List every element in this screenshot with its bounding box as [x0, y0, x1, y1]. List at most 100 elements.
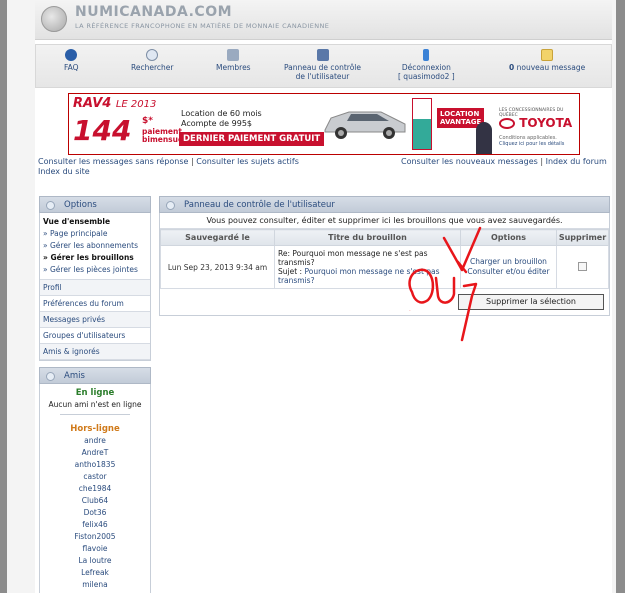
offline-label: Hors-ligne — [70, 424, 120, 434]
nav-search[interactable]: Rechercher — [131, 49, 173, 72]
ad-banner[interactable]: RAV4 LE 2013 144 $* paiement bimensuel L… — [68, 93, 580, 155]
friend-link[interactable]: AndreT — [40, 447, 150, 459]
overview-group: Vue d'ensemble » Page principale » Gérer… — [40, 213, 150, 280]
col-saved-on: Sauvegardé le — [160, 229, 275, 246]
left-sidebar: Options Vue d'ensemble » Page principale… — [39, 196, 151, 593]
friends-header: Amis — [39, 367, 151, 384]
friend-link[interactable]: Fiston2005 — [40, 531, 150, 543]
nav-user-panel[interactable]: Panneau de contrôle de l'utilisateur — [284, 49, 361, 81]
options-bullet-icon — [46, 201, 55, 210]
link-site-index[interactable]: Index du site — [38, 167, 90, 176]
menu-attachments[interactable]: » Gérer les pièces jointes — [43, 264, 147, 276]
ad-price: 144 — [73, 114, 132, 147]
draft-subject-link[interactable]: Pourquoi mon message ne s'est pas transm… — [278, 267, 440, 285]
ad-location-line2: AVANTAGE — [440, 118, 482, 126]
menu-profile[interactable]: Profil — [40, 280, 150, 296]
options-title: Options — [64, 200, 97, 210]
nav-logout[interactable]: Déconnexion [ quasimodo2 ] — [398, 49, 455, 81]
friends-bullet-icon — [46, 372, 55, 381]
draft-title-cell: Re: Pourquoi mon message ne s'est pas tr… — [274, 245, 461, 289]
link-active-topics[interactable]: Consulter les sujets actifs — [196, 157, 299, 166]
link-new-messages[interactable]: Consulter les nouveaux messages — [401, 157, 538, 166]
load-draft-link[interactable]: Charger un brouillon — [470, 257, 547, 266]
draft-subject-label: Sujet : — [278, 267, 303, 276]
link-unanswered[interactable]: Consulter les messages sans réponse — [38, 157, 188, 166]
site-name[interactable]: NUMICANADA.COM — [75, 4, 232, 20]
help-icon — [65, 49, 78, 61]
menu-subscriptions[interactable]: » Gérer les abonnements — [43, 240, 147, 252]
table-row: Lun Sep 23, 2013 9:34 am Re: Pourquoi mo… — [160, 245, 609, 289]
ad-brand: TOYOTA — [519, 116, 573, 130]
key-icon — [423, 49, 430, 61]
ad-last-payment: DERNIER PAIEMENT GRATUIT — [179, 132, 325, 146]
col-delete: Supprimer — [556, 229, 609, 246]
nav-panel-line2: de l'utilisateur — [295, 72, 350, 81]
toyota-logo: TOYOTA — [499, 116, 572, 130]
control-panel-icon — [316, 49, 329, 61]
quicklinks-right: Consulter les nouveaux messages | Index … — [401, 157, 607, 166]
ad-promo-badge — [412, 98, 432, 150]
nav-faq[interactable]: FAQ — [64, 49, 79, 72]
friends-divider — [60, 414, 130, 415]
col-draft-title: Titre du brouillon — [274, 229, 461, 246]
panel-title: Panneau de contrôle de l'utilisateur — [184, 200, 335, 210]
friend-link[interactable]: castor — [40, 471, 150, 483]
online-none: Aucun ami n'est en ligne — [48, 400, 142, 409]
nav-members-label: Membres — [216, 63, 251, 72]
panel-header: Panneau de contrôle de l'utilisateur — [159, 196, 610, 213]
friend-link[interactable]: Lefreak — [40, 567, 150, 579]
ad-model-name: RAV4 — [73, 96, 112, 111]
nav-logout-line1: Déconnexion — [401, 63, 451, 72]
friend-link[interactable]: antho1835 — [40, 459, 150, 471]
delete-selection-button[interactable]: Supprimer la sélection — [458, 294, 604, 310]
friend-link[interactable]: milena — [40, 579, 150, 591]
ad-conditions-link[interactable]: Cliquez ici pour les détails — [499, 141, 564, 147]
nav-new-messages[interactable]: 0 nouveau message — [509, 49, 585, 72]
menu-main-page[interactable]: » Page principale — [43, 228, 147, 240]
draft-options: Charger un brouillon Consulter et/ou édi… — [460, 245, 557, 289]
menu-friends-foes[interactable]: Amis & ignorés — [40, 344, 150, 360]
draft-checkbox[interactable] — [578, 261, 587, 271]
page-margin-left — [7, 0, 35, 593]
page-gutter-left — [0, 0, 7, 593]
nav-messages-count: 0 — [509, 63, 515, 72]
ad-location-line1: LOCATION — [440, 110, 480, 118]
nav-messages-label: nouveau message — [516, 63, 586, 72]
friend-link[interactable]: che1984 — [40, 483, 150, 495]
ad-year: LE 2013 — [115, 99, 157, 110]
link-separator: | — [540, 157, 544, 166]
nav-panel-line1: Panneau de contrôle — [284, 63, 362, 72]
friend-link[interactable]: Club64 — [40, 495, 150, 507]
friend-link[interactable]: andre — [40, 435, 150, 447]
menu-private-messages[interactable]: Messages privés — [40, 312, 150, 328]
ad-person-image — [476, 122, 492, 154]
friend-link[interactable]: La loutre — [40, 555, 150, 567]
friends-list: En ligne Aucun ami n'est en ligne Hors-l… — [39, 384, 151, 593]
members-icon — [227, 49, 240, 61]
drafts-intro: Vous pouvez consulter, éditer et supprim… — [160, 213, 609, 229]
menu-drafts-active[interactable]: » Gérer les brouillons — [43, 252, 147, 264]
nav-members[interactable]: Membres — [216, 49, 251, 72]
menu-preferences[interactable]: Préférences du forum — [40, 296, 150, 312]
overview-title[interactable]: Vue d'ensemble — [43, 216, 147, 228]
friend-link[interactable]: flavoie — [40, 543, 150, 555]
col-options: Options — [460, 229, 557, 246]
main-navbar: FAQ Rechercher Membres Panneau de contrô… — [35, 44, 612, 88]
link-forum-index[interactable]: Index du forum — [546, 157, 607, 166]
friends-panel: Amis En ligne Aucun ami n'est en ligne H… — [39, 367, 151, 593]
site-logo-icon[interactable] — [41, 6, 67, 32]
edit-draft-link[interactable]: Consulter et/ou éditer — [467, 267, 549, 276]
site-tagline: La référence francophone en matière de m… — [75, 22, 330, 30]
drafts-panel: Panneau de contrôle de l'utilisateur Vou… — [159, 196, 610, 316]
toyota-emblem-icon — [499, 118, 515, 129]
friend-link[interactable]: Dot36 — [40, 507, 150, 519]
nav-faq-label: FAQ — [64, 63, 79, 72]
friends-title: Amis — [64, 371, 85, 381]
nav-search-label: Rechercher — [131, 63, 174, 72]
car-image — [324, 111, 406, 139]
ad-lease-line2: Acompte de 995$ — [181, 119, 252, 128]
ad-conditions: Conditions applicables. Cliquez ici pour… — [499, 135, 564, 147]
menu-user-groups[interactable]: Groupes d'utilisateurs — [40, 328, 150, 344]
ad-lease: Location de 60 mois Acompte de 995$ — [181, 109, 262, 129]
friend-link[interactable]: felix46 — [40, 519, 150, 531]
